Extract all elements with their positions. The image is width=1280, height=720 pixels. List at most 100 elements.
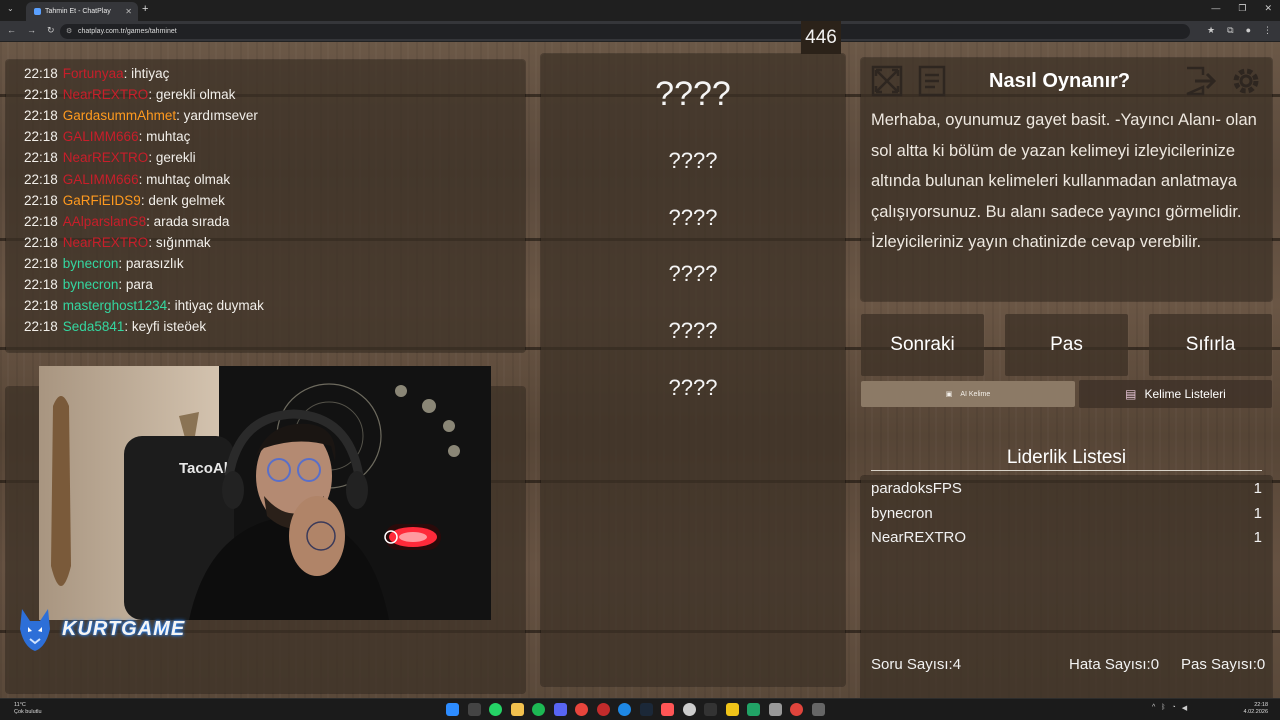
- weather-widget[interactable]: 11°C Çok bulutlu: [14, 702, 42, 716]
- chat-username: GALIMM666: [62, 171, 139, 187]
- forbidden-word: ????: [668, 261, 718, 286]
- app-icon[interactable]: [811, 703, 825, 716]
- next-button[interactable]: Sonraki: [861, 314, 984, 376]
- chat-text: parasızlık: [125, 255, 184, 271]
- chat-username: Fortunyaa: [62, 66, 124, 82]
- chat-username: bynecron: [62, 255, 119, 271]
- url-field[interactable]: ⚙ chatplay.com.tr/games/tahminet: [60, 24, 1190, 39]
- chat-time: 22:18: [24, 66, 58, 82]
- taskbar-apps: [446, 703, 825, 716]
- address-toolbar: ← → ↻ ⚙ chatplay.com.tr/games/tahminet ★…: [0, 21, 1280, 42]
- chat-message: 22:18 AAlparslanG8: arada sırada: [24, 211, 525, 232]
- clock[interactable]: 22:18 4.02.2026: [1244, 702, 1268, 716]
- chat-message: 22:18 GALIMM666: muhtaç olmak: [24, 168, 525, 189]
- player-score: 1: [1253, 505, 1262, 522]
- pass-button[interactable]: Pas: [1005, 314, 1128, 376]
- profile-icon[interactable]: ●: [1246, 25, 1251, 36]
- word-lists-button[interactable]: ▤ Kelime Listeleri: [1079, 380, 1272, 408]
- player-score: 1: [1253, 480, 1262, 497]
- toolbar-icons: ★ ⧉ ● ⋮: [1207, 25, 1272, 36]
- notes-icon[interactable]: [914, 64, 950, 98]
- chat-text: ihtiyaç: [131, 66, 170, 82]
- back-icon[interactable]: ←: [7, 25, 16, 36]
- error-count: Hata Sayısı:0: [1069, 656, 1160, 673]
- chat-username: masterghost1234: [62, 298, 168, 314]
- chat-username: NearREXTRO: [62, 87, 149, 103]
- chat-message: 22:18 Seda5841: keyfi isteöek: [24, 316, 525, 337]
- edge-icon[interactable]: [618, 703, 631, 716]
- leaderboard-title: Liderlik Listesi: [1006, 447, 1127, 468]
- site-info-icon[interactable]: ⚙: [66, 27, 72, 35]
- new-tab-icon[interactable]: +: [142, 3, 148, 15]
- chat-message: 22:18 Fortunyaa: ihtiyaç: [24, 63, 525, 84]
- tab-search-icon[interactable]: ⌄: [7, 4, 14, 13]
- extensions-icon[interactable]: ⧉: [1227, 25, 1233, 36]
- volume-icon[interactable]: ◀: [1182, 704, 1187, 712]
- chat-text: para: [125, 276, 153, 292]
- bluetooth-icon[interactable]: ᛒ: [1161, 704, 1165, 712]
- chevron-up-icon[interactable]: ^: [1152, 704, 1155, 712]
- settings-gear-icon[interactable]: [1228, 64, 1264, 98]
- chat-username: Seda5841: [62, 319, 125, 335]
- chat-time: 22:18: [24, 192, 58, 208]
- forward-icon[interactable]: →: [27, 25, 36, 36]
- opera-icon[interactable]: [596, 703, 610, 716]
- chat-colon: :: [140, 192, 149, 208]
- task-view-icon[interactable]: [467, 703, 481, 716]
- chat-text: arada sırada: [153, 213, 230, 229]
- whatsapp-icon[interactable]: [489, 703, 502, 716]
- chat-text: gerekli: [155, 150, 196, 166]
- chat-colon: :: [123, 66, 132, 82]
- ai-word-label: AI Kelime: [960, 390, 991, 398]
- chat-text: yardımsever: [183, 108, 258, 124]
- spotify-icon[interactable]: [532, 703, 545, 716]
- obs-icon[interactable]: [682, 703, 696, 716]
- app-icon[interactable]: [768, 703, 782, 716]
- start-icon[interactable]: [446, 703, 459, 716]
- chat-colon: :: [124, 319, 132, 335]
- chat-username: bynecron: [62, 276, 119, 292]
- ai-word-button[interactable]: ▣ AI Kelime: [861, 381, 1075, 407]
- close-tab-icon[interactable]: ✕: [125, 7, 132, 16]
- maximize-icon[interactable]: ❐: [1238, 3, 1246, 14]
- excel-icon[interactable]: [747, 703, 760, 716]
- chat-text: muhtaç olmak: [146, 171, 231, 187]
- leaderboard-row: NearREXTRO 1: [871, 529, 1262, 551]
- steam-icon[interactable]: [639, 703, 653, 716]
- file-explorer-icon[interactable]: [510, 703, 524, 716]
- chat-username: NearREXTRO: [62, 150, 149, 166]
- nav-buttons: ← → ↻: [7, 25, 55, 36]
- minimize-icon[interactable]: —: [1211, 3, 1220, 14]
- chat-colon: :: [118, 255, 126, 271]
- chat-message: 22:18 bynecron: parasızlık: [24, 253, 525, 274]
- discord-icon[interactable]: [553, 703, 567, 716]
- list-icon: ▤: [1125, 387, 1137, 401]
- weather-temp: 11°C: [14, 702, 26, 708]
- robot-icon: ▣: [945, 391, 953, 398]
- logout-icon[interactable]: [1182, 64, 1218, 98]
- chat-time: 22:18: [24, 213, 58, 229]
- app-icon[interactable]: [725, 703, 739, 716]
- leaderboard-row: paradoksFPS 1: [871, 480, 1262, 502]
- browser-tab[interactable]: Tahmin Et - ChatPlay ✕: [26, 2, 138, 21]
- chat-text: keyfi isteöek: [131, 319, 207, 335]
- network-icon[interactable]: ◔: [1172, 704, 1176, 712]
- player-name: bynecron: [871, 505, 933, 522]
- close-window-icon[interactable]: ✕: [1264, 3, 1272, 14]
- system-tray: ^ ᛒ ◔ ◀: [1152, 704, 1187, 712]
- logo-text: KURTGAME: [62, 617, 186, 640]
- webcam-feed: TacoAb: [39, 366, 491, 620]
- fullscreen-icon[interactable]: [869, 64, 905, 98]
- chat-message: 22:18 NearREXTRO: sığınmak: [24, 232, 525, 253]
- chrome-icon[interactable]: [575, 703, 588, 716]
- app-icon[interactable]: [790, 703, 803, 716]
- app-icon[interactable]: [704, 703, 717, 716]
- menu-icon[interactable]: ⋮: [1263, 25, 1272, 36]
- player-score: 1: [1253, 529, 1262, 546]
- chat-text: gerekli olmak: [155, 87, 236, 103]
- pass-count: Pas Sayısı:0: [1181, 656, 1266, 673]
- bookmark-star-icon[interactable]: ★: [1207, 25, 1215, 36]
- reset-button[interactable]: Sıfırla: [1149, 314, 1272, 376]
- app-icon[interactable]: [661, 703, 674, 716]
- reload-icon[interactable]: ↻: [47, 25, 55, 36]
